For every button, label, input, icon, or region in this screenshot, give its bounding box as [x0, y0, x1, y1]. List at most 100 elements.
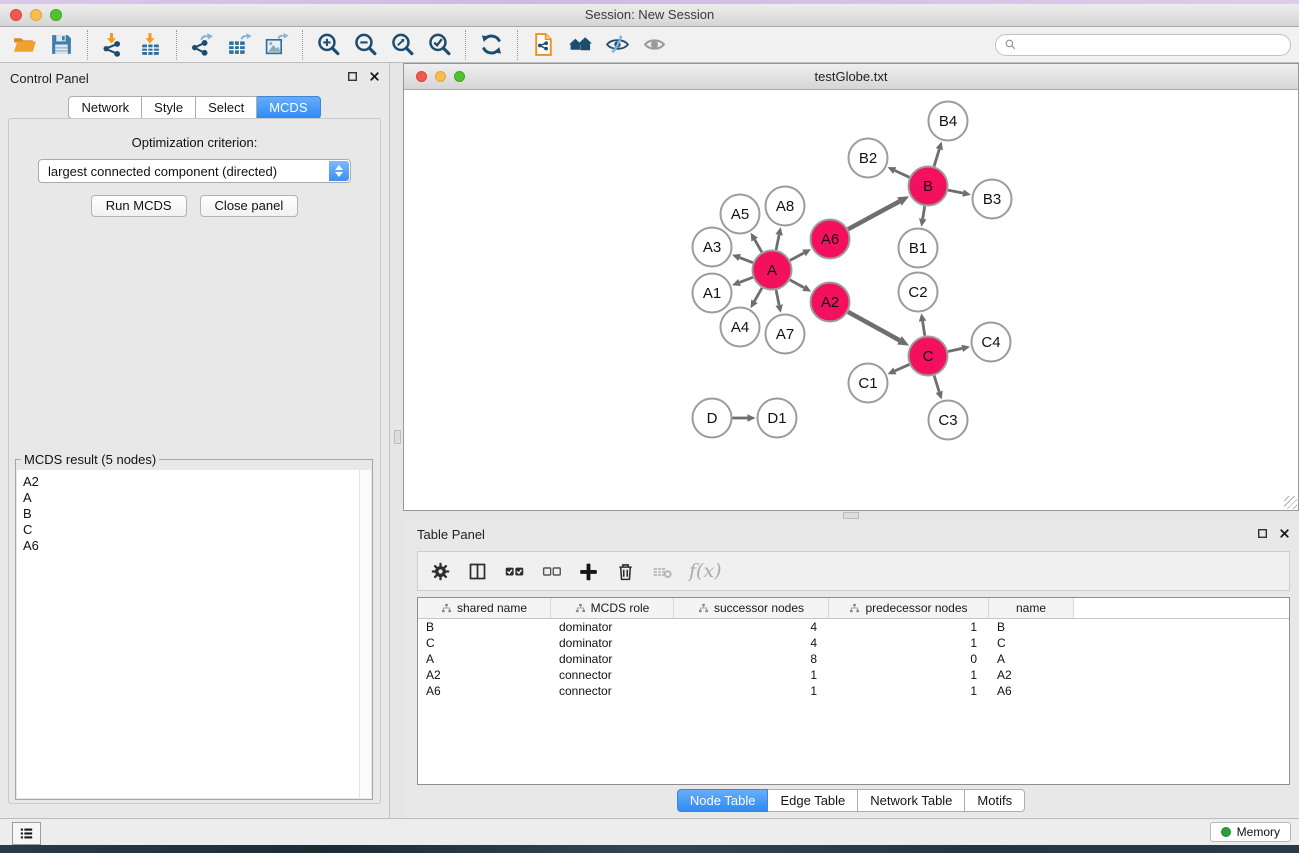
- table-cell[interactable]: C: [418, 636, 551, 650]
- graph-edge-B-B4[interactable]: [934, 149, 939, 166]
- mcds-result-item[interactable]: B: [23, 506, 354, 522]
- graph-edge-A-A2[interactable]: [790, 280, 804, 288]
- table-cell[interactable]: 1: [829, 668, 989, 682]
- graph-edge-A-A4[interactable]: [754, 288, 762, 301]
- tab-select[interactable]: Select: [196, 96, 257, 119]
- close-panel-icon[interactable]: [1278, 527, 1291, 540]
- network-window-titlebar[interactable]: testGlobe.txt: [404, 64, 1298, 90]
- column-header-predecessor-nodes[interactable]: predecessor nodes: [829, 598, 989, 618]
- graph-edge-A-A3[interactable]: [740, 258, 753, 263]
- table-cell[interactable]: A: [989, 652, 1074, 666]
- table-cell[interactable]: A6: [418, 684, 551, 698]
- close-panel-icon[interactable]: [368, 70, 381, 83]
- delete-button[interactable]: [615, 558, 636, 584]
- column-header-name[interactable]: name: [989, 598, 1074, 618]
- column-header-mcds-role[interactable]: MCDS role: [551, 598, 674, 618]
- table-cell[interactable]: 4: [674, 636, 829, 650]
- table-row[interactable]: A6connector11A6: [418, 683, 1289, 699]
- table-cell[interactable]: dominator: [551, 652, 674, 666]
- graph-edge-B-B2[interactable]: [895, 170, 910, 177]
- add-button[interactable]: [578, 558, 599, 584]
- tab-style[interactable]: Style: [142, 96, 196, 119]
- mcds-result-item[interactable]: A2: [23, 474, 354, 490]
- node-table[interactable]: shared nameMCDS rolesuccessor nodesprede…: [417, 597, 1290, 785]
- table-cell[interactable]: A: [418, 652, 551, 666]
- graph-edge-A-A1[interactable]: [740, 277, 753, 282]
- table-cell[interactable]: connector: [551, 684, 674, 698]
- table-row[interactable]: Bdominator41B: [418, 619, 1289, 635]
- save-session-button[interactable]: [45, 30, 78, 60]
- new-network-file-button[interactable]: [527, 30, 560, 60]
- table-cell[interactable]: 1: [829, 636, 989, 650]
- unselect-all-button[interactable]: [541, 558, 562, 584]
- import-network-button[interactable]: [97, 30, 130, 60]
- search-box[interactable]: [995, 34, 1291, 56]
- graph-edge-B-B3[interactable]: [948, 190, 963, 193]
- vertical-splitter-grip[interactable]: [394, 430, 401, 444]
- close-panel-button[interactable]: Close panel: [200, 195, 299, 217]
- tab-network[interactable]: Network: [68, 96, 142, 119]
- zoom-selected-button[interactable]: [423, 30, 456, 60]
- open-session-button[interactable]: [8, 30, 41, 60]
- table-row[interactable]: Adominator80A: [418, 651, 1289, 667]
- zoom-fit-button[interactable]: [386, 30, 419, 60]
- table-cell[interactable]: 8: [674, 652, 829, 666]
- search-input[interactable]: [1021, 37, 1282, 53]
- graph-edge-A-A5[interactable]: [755, 240, 762, 253]
- network-resize-grip-icon[interactable]: [1284, 496, 1297, 509]
- toggle-views-button[interactable]: [601, 30, 634, 60]
- criterion-dropdown[interactable]: largest connected component (directed): [38, 159, 351, 183]
- mcds-result-list[interactable]: A2ABCA6: [17, 470, 360, 798]
- column-header-successor-nodes[interactable]: successor nodes: [674, 598, 829, 618]
- table-cell[interactable]: A2: [418, 668, 551, 682]
- table-cell[interactable]: 1: [829, 620, 989, 634]
- graph-edge-C-C2[interactable]: [923, 321, 925, 336]
- columns-button[interactable]: [467, 558, 488, 584]
- export-image-button[interactable]: [260, 30, 293, 60]
- export-network-button[interactable]: [186, 30, 219, 60]
- graph-edge-C-C4[interactable]: [948, 348, 962, 351]
- zoom-out-button[interactable]: [349, 30, 382, 60]
- home-button[interactable]: [564, 30, 597, 60]
- dropdown-stepper-icon[interactable]: [329, 161, 349, 181]
- table-row[interactable]: Cdominator41C: [418, 635, 1289, 651]
- tab-node-table[interactable]: Node Table: [677, 789, 769, 812]
- network-graph-canvas[interactable]: AA1A2A3A4A5A6A7A8BB1B2B3B4CC1C2C3C4DD1: [404, 89, 1298, 510]
- table-cell[interactable]: dominator: [551, 636, 674, 650]
- graph-edge-A-A8[interactable]: [776, 235, 779, 250]
- mcds-result-item[interactable]: C: [23, 522, 354, 538]
- graph-edge-C-C1[interactable]: [895, 364, 909, 370]
- table-cell[interactable]: 1: [674, 668, 829, 682]
- gear-button[interactable]: [430, 558, 451, 584]
- graph-edge-C-C3[interactable]: [934, 376, 939, 392]
- float-panel-icon[interactable]: [346, 70, 359, 83]
- table-cell[interactable]: connector: [551, 668, 674, 682]
- tab-edge-table[interactable]: Edge Table: [768, 789, 858, 812]
- task-history-button[interactable]: [12, 822, 41, 845]
- table-cell[interactable]: B: [989, 620, 1074, 634]
- mcds-result-item[interactable]: A: [23, 490, 354, 506]
- table-cell[interactable]: dominator: [551, 620, 674, 634]
- graph-edge-A-A7[interactable]: [776, 290, 779, 305]
- graph-edge-A6-B[interactable]: [848, 201, 899, 229]
- horizontal-splitter-grip[interactable]: [843, 512, 859, 519]
- zoom-in-button[interactable]: [312, 30, 345, 60]
- float-panel-icon[interactable]: [1256, 527, 1269, 540]
- tab-mcds[interactable]: MCDS: [257, 96, 320, 119]
- tab-motifs[interactable]: Motifs: [965, 789, 1025, 812]
- tab-network-table[interactable]: Network Table: [858, 789, 965, 812]
- run-mcds-button[interactable]: Run MCDS: [91, 195, 187, 217]
- window-titlebar[interactable]: Session: New Session: [0, 4, 1299, 27]
- graph-edge-A2-C[interactable]: [848, 312, 900, 340]
- memory-button[interactable]: Memory: [1210, 822, 1291, 842]
- table-cell[interactable]: 1: [674, 684, 829, 698]
- network-view-window[interactable]: testGlobe.txt AA1A2A3A4A5A6A7A8BB1B2B3B4…: [403, 63, 1299, 511]
- table-row[interactable]: A2connector11A2: [418, 667, 1289, 683]
- table-cell[interactable]: 1: [829, 684, 989, 698]
- graph-edge-A-A6[interactable]: [790, 253, 804, 260]
- import-table-button[interactable]: [134, 30, 167, 60]
- select-all-button[interactable]: [504, 558, 525, 584]
- table-cell[interactable]: A6: [989, 684, 1074, 698]
- mcds-result-item[interactable]: A6: [23, 538, 354, 554]
- column-header-shared-name[interactable]: shared name: [418, 598, 551, 618]
